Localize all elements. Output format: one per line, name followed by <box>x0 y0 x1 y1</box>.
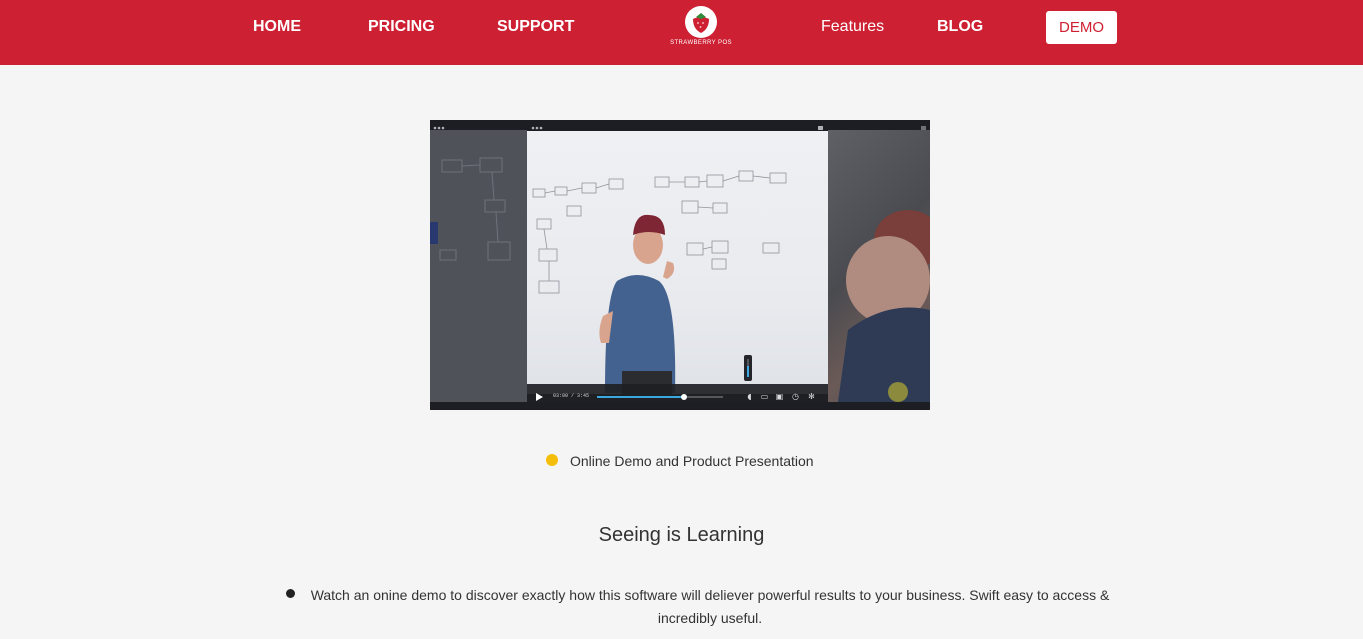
demo-button[interactable]: DEMO <box>1046 11 1117 44</box>
logo-wordmark: STRAWBERRY POS <box>670 40 732 46</box>
yellow-dot-icon <box>546 453 558 466</box>
volume-level-fill <box>747 366 749 377</box>
volume-icon[interactable]: ◖ <box>745 392 754 401</box>
section-description: Watch an onine demo to discover exactly … <box>310 587 1110 626</box>
nav-home-link[interactable]: HOME <box>253 17 301 37</box>
seek-bar[interactable] <box>597 394 723 400</box>
bullet-dot-icon <box>286 589 295 598</box>
strawberry-pos-logo[interactable]: STRAWBERRY POS <box>662 5 740 53</box>
demo-video-player[interactable]: 03:00 / 3:45 ◖ ▭ ▣ ◷ ✻ <box>430 120 930 410</box>
seek-progress-fill <box>597 396 684 398</box>
strawberry-logo-icon <box>685 6 717 38</box>
video-caption: Online Demo and Product Presentation <box>546 452 814 470</box>
video-frame-image <box>527 131 828 394</box>
volume-slider[interactable] <box>747 359 749 377</box>
captions-icon[interactable]: ▭ <box>760 392 769 401</box>
video-bottom-border <box>430 402 930 410</box>
whiteboard-presenter-image <box>532 170 787 394</box>
nav-support-link[interactable]: SUPPORT <box>497 17 574 37</box>
clock-icon[interactable]: ◷ <box>791 392 800 401</box>
whiteboard-sketch-image <box>430 130 527 402</box>
person-photo-image <box>838 210 930 402</box>
settings-gear-icon[interactable]: ✻ <box>807 392 816 401</box>
caption-text: Online Demo and Product Presentation <box>570 452 814 469</box>
screen-icon[interactable]: ▣ <box>775 392 784 401</box>
nav-blog-link[interactable]: BLOG <box>937 17 983 37</box>
volume-popup[interactable] <box>744 355 752 381</box>
top-navbar: HOME PRICING SUPPORT STRAWBERRY POS Feat… <box>0 0 1363 65</box>
play-icon[interactable] <box>536 393 543 401</box>
video-right-panel-image <box>828 130 930 402</box>
nav-features-link[interactable]: Features <box>821 17 884 37</box>
nav-pricing-link[interactable]: PRICING <box>368 17 435 37</box>
seek-handle[interactable] <box>680 394 687 400</box>
video-time: 03:00 / 3:45 <box>553 393 590 399</box>
section-heading: Seeing is Learning <box>598 524 765 546</box>
video-left-panel-image <box>430 130 527 402</box>
